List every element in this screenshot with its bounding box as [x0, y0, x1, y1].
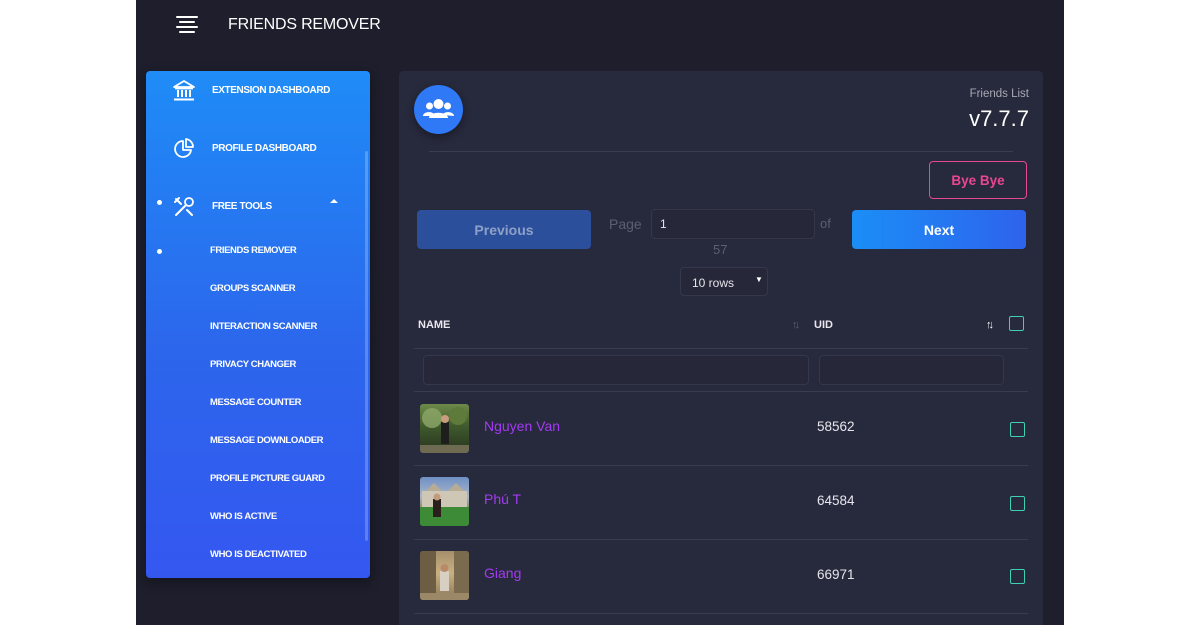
friend-name[interactable]: Giang: [484, 565, 521, 581]
sort-icon[interactable]: ↑↓: [986, 319, 994, 331]
panel-subtitle: Friends List: [969, 88, 1029, 100]
sidebar-subitem-who-is-deactivated[interactable]: WHO IS DEACTIVATED: [210, 549, 307, 560]
table-row[interactable]: Phú T 64584: [414, 466, 1028, 540]
hamburger-menu-icon[interactable]: [176, 16, 198, 34]
users-icon: [423, 99, 454, 118]
app-window: FRIENDS REMOVER EXTENSION DASHBOARD PROF…: [136, 0, 1064, 625]
of-label: of: [820, 216, 831, 231]
sidebar-subitem-friends-remover[interactable]: FRIENDS REMOVER: [210, 245, 297, 256]
sidebar-active-bullet: [157, 249, 162, 254]
profile-thumbnail: [420, 551, 469, 600]
divider: [429, 151, 1013, 152]
pie-chart-icon: [174, 138, 194, 158]
sidebar-item-free-tools[interactable]: FREE TOOLS: [146, 191, 364, 231]
sidebar-subitem-groups-scanner[interactable]: GROUPS SCANNER: [210, 283, 296, 294]
previous-button[interactable]: Previous: [417, 210, 591, 249]
uid-filter-input[interactable]: [819, 355, 1004, 385]
friend-uid: 66971: [817, 567, 855, 582]
chevron-up-icon[interactable]: [330, 199, 338, 203]
app-title: FRIENDS REMOVER: [228, 16, 381, 33]
sidebar-item-label: EXTENSION DASHBOARD: [212, 85, 330, 96]
profile-thumbnail: [420, 404, 469, 453]
total-pages: 57: [713, 242, 728, 257]
row-checkbox[interactable]: [1010, 422, 1025, 437]
dropdown-arrow-icon: ▼: [755, 275, 763, 284]
friends-list-panel: Friends List v7.7.7 Bye Bye Previous Pag…: [399, 71, 1043, 625]
name-filter-input[interactable]: [423, 355, 809, 385]
table-row[interactable]: Giang 66971: [414, 540, 1028, 614]
friend-uid: 64584: [817, 493, 855, 508]
sidebar-subitem-interaction-scanner[interactable]: INTERACTION SCANNER: [210, 321, 317, 332]
sidebar-item-label: PROFILE DASHBOARD: [212, 143, 317, 154]
rows-per-page-value: 10 rows: [692, 276, 735, 290]
friend-name[interactable]: Nguyen Van: [484, 418, 560, 434]
bye-bye-button[interactable]: Bye Bye: [929, 161, 1027, 199]
sidebar-scrollbar[interactable]: [365, 151, 368, 541]
sort-icon[interactable]: ↑↓: [792, 319, 800, 331]
sidebar: EXTENSION DASHBOARD PROFILE DASHBOARD FR…: [146, 71, 370, 578]
version-label: v7.7.7: [969, 106, 1029, 131]
friend-name[interactable]: Phú T: [484, 491, 521, 507]
panel-badge: [414, 85, 463, 134]
sidebar-subitem-message-counter[interactable]: MESSAGE COUNTER: [210, 397, 302, 408]
friend-uid: 58562: [817, 419, 855, 434]
divider: [414, 348, 1028, 349]
sidebar-subitem-profile-picture-guard[interactable]: PROFILE PICTURE GUARD: [210, 473, 325, 484]
next-button[interactable]: Next: [852, 210, 1026, 249]
page-number-input[interactable]: 1: [651, 209, 815, 239]
rows-per-page-select[interactable]: 10 rows ▼: [680, 267, 768, 296]
sidebar-subitem-who-is-active[interactable]: WHO IS ACTIVE: [210, 511, 277, 522]
row-checkbox[interactable]: [1010, 496, 1025, 511]
select-all-checkbox[interactable]: [1009, 316, 1024, 331]
sidebar-item-profile-dashboard[interactable]: PROFILE DASHBOARD: [146, 133, 364, 173]
column-header-uid[interactable]: UID: [814, 319, 833, 331]
sidebar-item-extension-dashboard[interactable]: EXTENSION DASHBOARD: [146, 75, 364, 115]
table-row[interactable]: Nguyen Van 58562: [414, 392, 1028, 466]
column-header-name[interactable]: NAME: [418, 319, 450, 331]
row-checkbox[interactable]: [1010, 569, 1025, 584]
sidebar-item-label: FREE TOOLS: [212, 201, 272, 212]
tools-icon: [174, 197, 194, 216]
bank-icon: [173, 80, 195, 101]
profile-thumbnail: [420, 477, 469, 526]
top-bar: FRIENDS REMOVER: [136, 0, 1064, 50]
sidebar-subitem-message-downloader[interactable]: MESSAGE DOWNLOADER: [210, 435, 324, 446]
sidebar-subitem-privacy-changer[interactable]: PRIVACY CHANGER: [210, 359, 296, 370]
page-label: Page: [609, 216, 642, 232]
divider: [414, 613, 1028, 614]
